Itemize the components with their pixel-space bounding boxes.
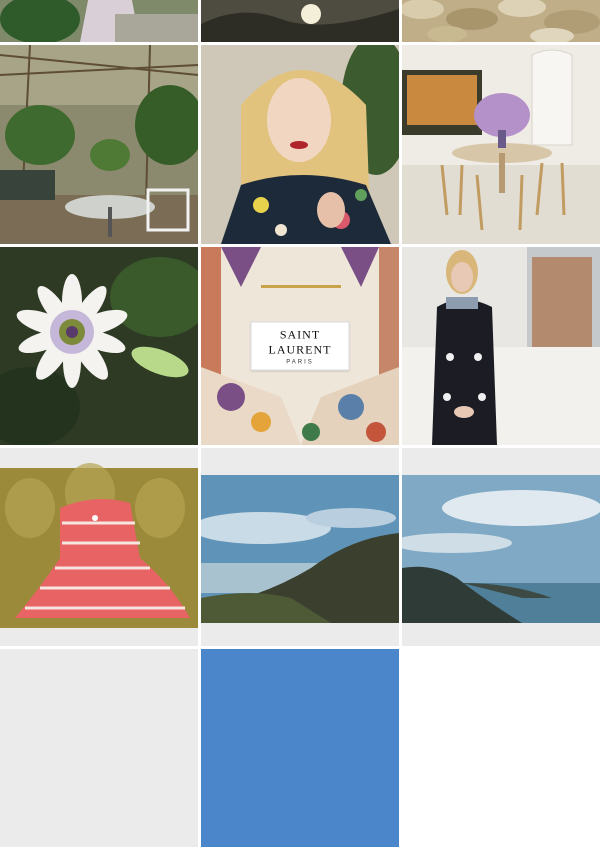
coastline-image (402, 448, 600, 646)
brand-label-name: SAINT LAURENT (268, 327, 332, 357)
post-thumbnail-striped-dress[interactable] (0, 448, 198, 646)
stone-wall-image (402, 0, 600, 42)
coastal-cliff-image (201, 448, 399, 646)
post-thumbnail-blue-sky[interactable] (201, 649, 399, 847)
pergola-terrace-image (0, 45, 198, 244)
black-dress-image (402, 247, 600, 445)
brand-label-city: PARIS (286, 359, 314, 366)
blank-right-image (402, 649, 600, 847)
post-thumbnail-blank-right[interactable] (402, 649, 600, 847)
brand-label: SAINT LAURENT PARIS (250, 321, 350, 371)
striped-dress-image (0, 448, 198, 646)
dining-room-image (402, 45, 600, 244)
post-thumbnail-passion-flower[interactable] (0, 247, 198, 445)
post-thumbnail-black-dress[interactable] (402, 247, 600, 445)
post-thumbnail-garment-label[interactable]: SAINT LAURENT PARIS (201, 247, 399, 445)
post-thumbnail-coastline[interactable] (402, 448, 600, 646)
post-thumbnail-blank-left[interactable] (0, 649, 198, 847)
post-thumbnail-stone-wall[interactable] (402, 0, 600, 42)
post-thumbnail-garden-dress[interactable] (0, 0, 198, 42)
photo-grid: SAINT LAURENT PARIS (0, 0, 600, 847)
post-thumbnail-coastal-cliff[interactable] (201, 448, 399, 646)
blank-left-image (0, 649, 198, 847)
portrait-floral-image (201, 45, 399, 244)
garden-dress-image (0, 0, 198, 42)
post-thumbnail-portrait-floral[interactable] (201, 45, 399, 244)
town-sunset-image (201, 0, 399, 42)
blue-sky-image (201, 649, 399, 847)
post-thumbnail-dining-room[interactable] (402, 45, 600, 244)
post-thumbnail-pergola-terrace[interactable] (0, 45, 198, 244)
post-thumbnail-town-sunset[interactable] (201, 0, 399, 42)
passion-flower-image (0, 247, 198, 445)
